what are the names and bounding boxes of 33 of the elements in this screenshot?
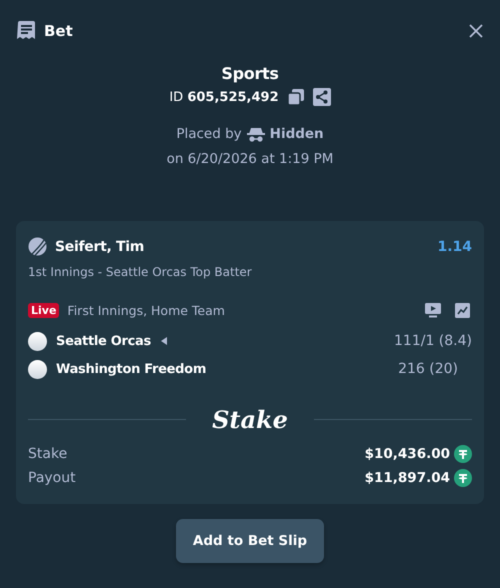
- player-name: Seifert, Tim: [55, 238, 144, 254]
- brand-logo: Stake: [211, 405, 289, 434]
- team-score: 111/1 (8.4): [394, 333, 472, 349]
- dialog-title: Bet: [44, 22, 73, 40]
- team-score: 216 (20): [398, 361, 458, 377]
- placed-date: on 6/20/2026 at 1:19 PM: [166, 151, 334, 167]
- amount-label: Stake: [28, 446, 68, 462]
- bet-category: Sports: [221, 64, 279, 83]
- share-button[interactable]: [312, 88, 331, 106]
- amount-label: Payout: [28, 470, 76, 486]
- amount-value: $10,436.00: [364, 446, 450, 462]
- cricket-ball-icon: [28, 237, 47, 256]
- odds-value: 1.14: [437, 238, 472, 254]
- close-button[interactable]: [469, 24, 483, 38]
- receipt-icon: [17, 21, 36, 41]
- stats-chart-icon[interactable]: [455, 303, 470, 318]
- tv-icon[interactable]: [425, 303, 441, 318]
- team-name: Seattle Orcas: [56, 334, 151, 348]
- copy-button[interactable]: [286, 88, 305, 106]
- match-status: First Innings, Home Team: [67, 303, 225, 318]
- live-badge: Live: [28, 303, 60, 318]
- incognito-icon: [246, 126, 265, 142]
- tether-coin-icon: [454, 445, 472, 463]
- tether-coin-icon: [454, 469, 472, 487]
- placed-by-label: Placed by: [176, 126, 242, 142]
- team-logo-icon: [28, 332, 47, 350]
- user-name: Hidden: [270, 126, 324, 142]
- amount-value: $11,897.04: [364, 470, 450, 486]
- team-name: Washington Freedom: [56, 362, 206, 376]
- market-name: 1st Innings - Seattle Orcas Top Batter: [28, 265, 253, 279]
- add-to-bet-slip-button[interactable]: Add to Bet Slip: [176, 519, 324, 563]
- bet-id: ID 605,525,492: [169, 90, 279, 104]
- team-logo-icon: [28, 360, 47, 378]
